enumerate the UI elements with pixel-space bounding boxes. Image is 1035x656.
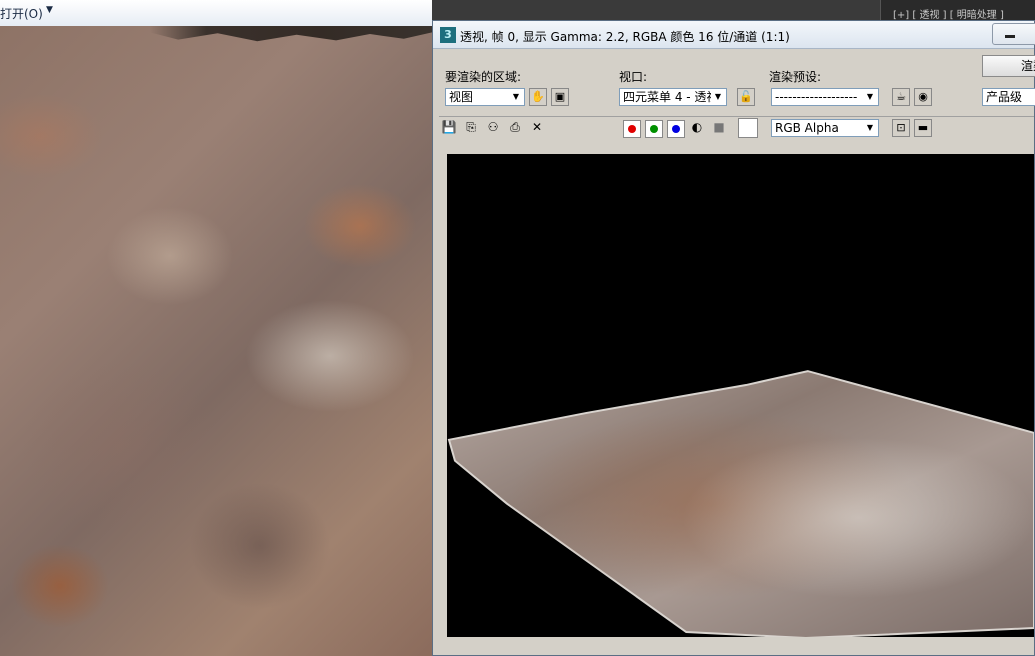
texture-image: [0, 26, 432, 656]
lock-viewport-button[interactable]: 🔓: [737, 88, 755, 106]
toggle-ui-overlays-button[interactable]: ⊡: [892, 119, 910, 137]
display-channel-select[interactable]: RGB Alpha ▼: [771, 119, 879, 137]
horizontal-scrollbar[interactable]: [433, 639, 1034, 655]
chevron-down-icon: ▼: [711, 90, 725, 104]
minimize-button[interactable]: [992, 23, 1035, 45]
print-image-icon[interactable]: ⎙: [507, 119, 523, 135]
area-to-render-label: 要渲染的区域:: [445, 70, 522, 84]
render-controls: 要渲染的区域: 视图 ▼ ✋ ▣ 视口: 四元菜单 4 - 透视 ▼ 🔓 渲染预…: [433, 49, 1035, 113]
toolbar-divider: [439, 116, 1034, 117]
render-window-title: 透视, 帧 0, 显示 Gamma: 2.2, RGBA 颜色 16 位/通道 …: [460, 30, 790, 44]
open-menu[interactable]: 打开(O): [0, 5, 43, 22]
open-menu-dropdown-icon[interactable]: ▼: [46, 5, 53, 15]
render-preset-label: 渲染预设:: [769, 70, 822, 84]
environment-effects-button[interactable]: ◉: [914, 88, 932, 106]
render-mode-value: 产品级: [986, 90, 1023, 104]
render-output-viewport: [447, 154, 1034, 637]
toggle-ui-button[interactable]: ▬: [914, 119, 932, 137]
clear-image-icon[interactable]: ✕: [529, 119, 545, 135]
red-channel-toggle[interactable]: [623, 120, 641, 138]
render-preset-select[interactable]: ------------------- ▼: [771, 88, 879, 106]
image-viewer-window: 打开(O) ▼: [0, 0, 432, 656]
render-image-toolbar: 💾 ⎘ ⚇ ⎙ ✕ ◐ ■ RGB Alpha ▼ ⊡ ▬: [433, 115, 1034, 139]
3dsmax-logo-icon: 3: [440, 27, 456, 43]
background-color-swatch[interactable]: [738, 118, 758, 138]
rendered-floor-plane: [447, 370, 1034, 637]
viewport-label-field: 视口:: [619, 70, 648, 84]
max-viewport-strip: [+] [ 透视 ] [ 明暗处理 ]: [880, 0, 1035, 22]
green-dot-icon: [650, 125, 658, 133]
red-dot-icon: [628, 125, 636, 133]
viewport-select[interactable]: 四元菜单 4 - 透视 ▼: [619, 88, 727, 106]
render-frame-window: 3 透视, 帧 0, 显示 Gamma: 2.2, RGBA 颜色 16 位/通…: [432, 20, 1035, 656]
blue-channel-toggle[interactable]: [667, 120, 685, 138]
render-button-label: 渲染: [1021, 59, 1035, 73]
area-to-render-value: 视图: [449, 90, 474, 104]
render-setup-button[interactable]: ☕: [892, 88, 910, 106]
blue-dot-icon: [672, 125, 680, 133]
render-preset-value: -------------------: [775, 90, 858, 104]
image-viewer-menubar: 打开(O) ▼: [0, 0, 432, 27]
save-image-icon[interactable]: 💾: [441, 119, 457, 135]
chevron-down-icon: ▼: [863, 121, 877, 135]
area-to-render-select[interactable]: 视图 ▼: [445, 88, 525, 106]
auto-region-button[interactable]: ▣: [551, 88, 569, 106]
monochrome-icon[interactable]: ■: [711, 119, 727, 135]
edit-region-button[interactable]: ✋: [529, 88, 547, 106]
viewport-label[interactable]: [+] [ 透视 ] [ 明暗处理 ]: [893, 6, 1004, 21]
display-channel-value: RGB Alpha: [775, 121, 839, 135]
render-mode-select[interactable]: 产品级: [982, 88, 1035, 106]
render-window-titlebar[interactable]: 3 透视, 帧 0, 显示 Gamma: 2.2, RGBA 颜色 16 位/通…: [433, 21, 1035, 49]
chevron-down-icon: ▼: [863, 90, 877, 104]
clone-frame-icon[interactable]: ⚇: [485, 119, 501, 135]
alpha-channel-icon[interactable]: ◐: [689, 119, 705, 135]
viewport-select-value: 四元菜单 4 - 透视: [623, 90, 719, 104]
chevron-down-icon: ▼: [509, 90, 523, 104]
copy-image-icon[interactable]: ⎘: [463, 119, 479, 135]
green-channel-toggle[interactable]: [645, 120, 663, 138]
render-button[interactable]: 渲染: [982, 55, 1035, 77]
